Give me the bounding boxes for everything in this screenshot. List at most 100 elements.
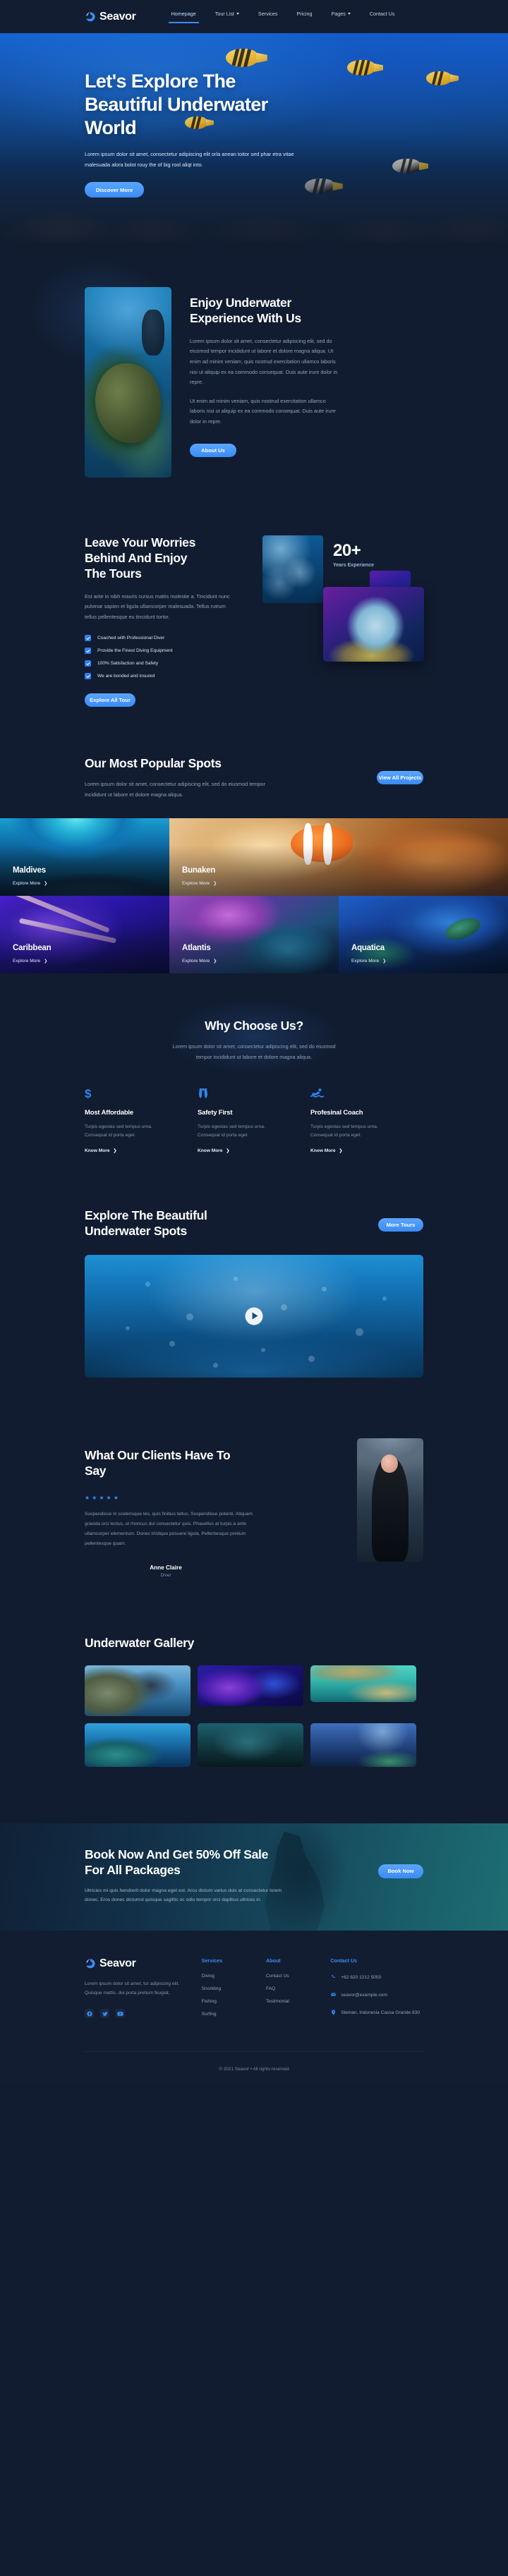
spot-explore-link[interactable]: Explore More ❯ bbox=[182, 959, 339, 964]
gallery-item[interactable] bbox=[198, 1665, 303, 1706]
nav-label: Contact Us bbox=[369, 10, 395, 17]
copyright-text: © 2021 Seavor • All rights reserved bbox=[219, 2067, 289, 2072]
spot-card-aquatica[interactable]: Aquatica Explore More ❯ bbox=[339, 896, 508, 974]
contact-phone[interactable]: +62 820 1212 5050 bbox=[330, 1974, 423, 1982]
gallery-item[interactable] bbox=[198, 1723, 303, 1767]
nav-label: Pricing bbox=[296, 10, 313, 17]
nav-item-contact-us[interactable]: Contact Us bbox=[370, 11, 395, 23]
view-all-projects-button[interactable]: View All Projects bbox=[377, 771, 423, 785]
footer-link[interactable]: Snorkling bbox=[202, 1986, 266, 1991]
nav-item-homepage[interactable]: Homepage bbox=[168, 10, 199, 23]
spot-explore-link[interactable]: Explore More ❯ bbox=[351, 959, 508, 964]
footer-brand-link[interactable]: Seavor bbox=[85, 1957, 202, 1970]
nav-item-pricing[interactable]: Pricing bbox=[296, 11, 312, 23]
diver-head-shape bbox=[380, 1454, 399, 1473]
nav-item-services[interactable]: Services bbox=[258, 11, 278, 23]
spot-card-caribbean[interactable]: Caribbean Explore More ❯ bbox=[0, 896, 169, 974]
site-footer: Seavor Lorem ipsum dolor sit amet, tur a… bbox=[0, 1930, 508, 2086]
diver-shape bbox=[142, 310, 165, 356]
testimonial-quote: Suspendisse in scelerisque leo, quis fin… bbox=[85, 1511, 253, 1546]
why-title: Why Choose Us? bbox=[205, 1019, 303, 1033]
primary-nav: Homepage Tour List Services Pricing Page… bbox=[168, 10, 395, 23]
video-title: Explore The Beautiful Underwater Spots bbox=[85, 1208, 207, 1239]
checklist-item: Coached with Professional Diver bbox=[85, 635, 248, 642]
gallery-item[interactable] bbox=[85, 1723, 190, 1767]
know-more-link[interactable]: Know More ❯ bbox=[310, 1148, 423, 1153]
hero-subtitle: Lorem ipsum dolor sit amet, consectetur … bbox=[85, 150, 294, 168]
video-player[interactable] bbox=[85, 1254, 423, 1378]
worries-checklist: Coached with Professional Diver Provide … bbox=[85, 635, 248, 680]
enjoy-section: Enjoy Underwater Experience With Us Lore… bbox=[0, 245, 508, 485]
know-more-link[interactable]: Know More ❯ bbox=[85, 1148, 198, 1153]
star-icon: ★ bbox=[99, 1494, 104, 1501]
enjoy-photo bbox=[85, 287, 171, 478]
gallery-item[interactable] bbox=[85, 1665, 190, 1716]
why-card-most-affordable: $ Most Affordable Turpis egestas sed tem… bbox=[85, 1087, 198, 1154]
spot-explore-link[interactable]: Explore More ❯ bbox=[182, 881, 508, 886]
footer-link[interactable]: Diving bbox=[202, 1974, 266, 1979]
why-body: Lorem ipsum dolor sit amet, consectetur … bbox=[172, 1043, 336, 1060]
chevron-right-icon: ❯ bbox=[339, 1149, 343, 1154]
testimonial-author: Anne Claire Diver bbox=[85, 1565, 247, 1578]
worries-section: Leave Your Worries Behind And Enjoy The … bbox=[0, 485, 508, 707]
discover-more-button[interactable]: Discover More bbox=[85, 182, 144, 198]
brand-logo-link[interactable]: Seavor bbox=[85, 11, 136, 23]
spots-grid: Maldives Explore More ❯ Bunaken Explore M… bbox=[0, 818, 508, 974]
explore-all-tour-button[interactable]: Explore All Tour bbox=[85, 693, 135, 707]
youtube-icon[interactable] bbox=[116, 2009, 125, 2019]
footer-link[interactable]: Contact Us bbox=[266, 1974, 330, 1979]
footer-column-heading: About bbox=[265, 1957, 281, 1964]
gallery-item[interactable] bbox=[310, 1723, 416, 1767]
svg-text:$: $ bbox=[85, 1087, 92, 1100]
spot-explore-label: Explore More bbox=[351, 959, 380, 964]
spot-explore-link[interactable]: Explore More ❯ bbox=[13, 959, 169, 964]
wave-droplet-logo-icon bbox=[85, 1958, 96, 1969]
spot-card-maldives[interactable]: Maldives Explore More ❯ bbox=[0, 818, 169, 897]
chevron-right-icon: ❯ bbox=[113, 1149, 117, 1154]
check-icon bbox=[85, 648, 91, 655]
address-text: Sleman, Indonesia Cassa Grande 830 bbox=[341, 2010, 421, 2015]
play-button[interactable] bbox=[245, 1307, 263, 1325]
nav-label: Pages bbox=[331, 10, 346, 17]
email-text: seavor@example.com bbox=[341, 1992, 387, 1998]
why-card-body: Turpis egestas sed tempus urna. Consequa… bbox=[85, 1124, 152, 1138]
why-card-safety-first: Safety First Turpis egestas sed tempus u… bbox=[198, 1087, 310, 1153]
spot-explore-link[interactable]: Explore More ❯ bbox=[13, 881, 169, 886]
gallery-item[interactable] bbox=[310, 1665, 416, 1702]
footer-column-about: About Contact Us FAQ Testimonial bbox=[266, 1957, 330, 2027]
landing-page: Seavor Homepage Tour List Services Prici… bbox=[0, 0, 508, 2086]
nav-item-pages[interactable]: Pages bbox=[331, 10, 351, 23]
contact-email[interactable]: seavor@example.com bbox=[330, 1991, 423, 2000]
spot-name: Maldives bbox=[13, 866, 46, 875]
map-pin-icon bbox=[330, 2009, 336, 2015]
nav-label: Homepage bbox=[171, 10, 196, 17]
footer-link[interactable]: FAQ bbox=[266, 1986, 330, 1991]
twitter-icon[interactable] bbox=[100, 2009, 109, 2019]
why-choose-us-section: Why Choose Us? Lorem ipsum dolor sit ame… bbox=[0, 973, 508, 1153]
footer-link[interactable]: Testimonial bbox=[266, 1999, 330, 2004]
spot-card-bunaken[interactable]: Bunaken Explore More ❯ bbox=[169, 818, 508, 897]
why-card-title: Safety First bbox=[198, 1108, 233, 1117]
wave-droplet-logo-icon bbox=[85, 11, 96, 23]
contact-address[interactable]: Sleman, Indonesia Cassa Grande 830 bbox=[330, 2009, 423, 2017]
footer-bottom-bar: © 2021 Seavor • All rights reserved bbox=[85, 2051, 423, 2085]
nav-item-tour-list[interactable]: Tour List bbox=[215, 11, 239, 23]
video-section: Explore The Beautiful Underwater Spots M… bbox=[0, 1153, 508, 1378]
book-now-button[interactable]: Book Now bbox=[378, 1864, 423, 1878]
footer-link[interactable]: Surfing bbox=[202, 2012, 266, 2017]
cta-body: Ultricies mi quis hendrerit dolor magna … bbox=[85, 1888, 282, 1903]
author-role: Diver bbox=[160, 1572, 171, 1578]
about-us-button[interactable]: About Us bbox=[190, 443, 236, 457]
spot-card-atlantis[interactable]: Atlantis Explore More ❯ bbox=[169, 896, 339, 974]
testimonial-title: What Our Clients Have To Say bbox=[85, 1447, 231, 1478]
worries-body: Est ante in nibh mauris cursus mattis mo… bbox=[85, 593, 230, 620]
footer-link[interactable]: Fishing bbox=[202, 1999, 266, 2004]
nav-label: Services bbox=[258, 10, 278, 17]
worries-title: Leave Your Worries Behind And Enjoy The … bbox=[85, 535, 196, 581]
gallery-title: Underwater Gallery bbox=[85, 1635, 195, 1650]
facebook-icon[interactable] bbox=[85, 2009, 94, 2019]
star-icon: ★ bbox=[92, 1494, 97, 1501]
know-more-link[interactable]: Know More ❯ bbox=[198, 1148, 310, 1153]
chevron-right-icon: ❯ bbox=[44, 959, 48, 964]
more-tours-button[interactable]: More Tours bbox=[378, 1218, 423, 1232]
